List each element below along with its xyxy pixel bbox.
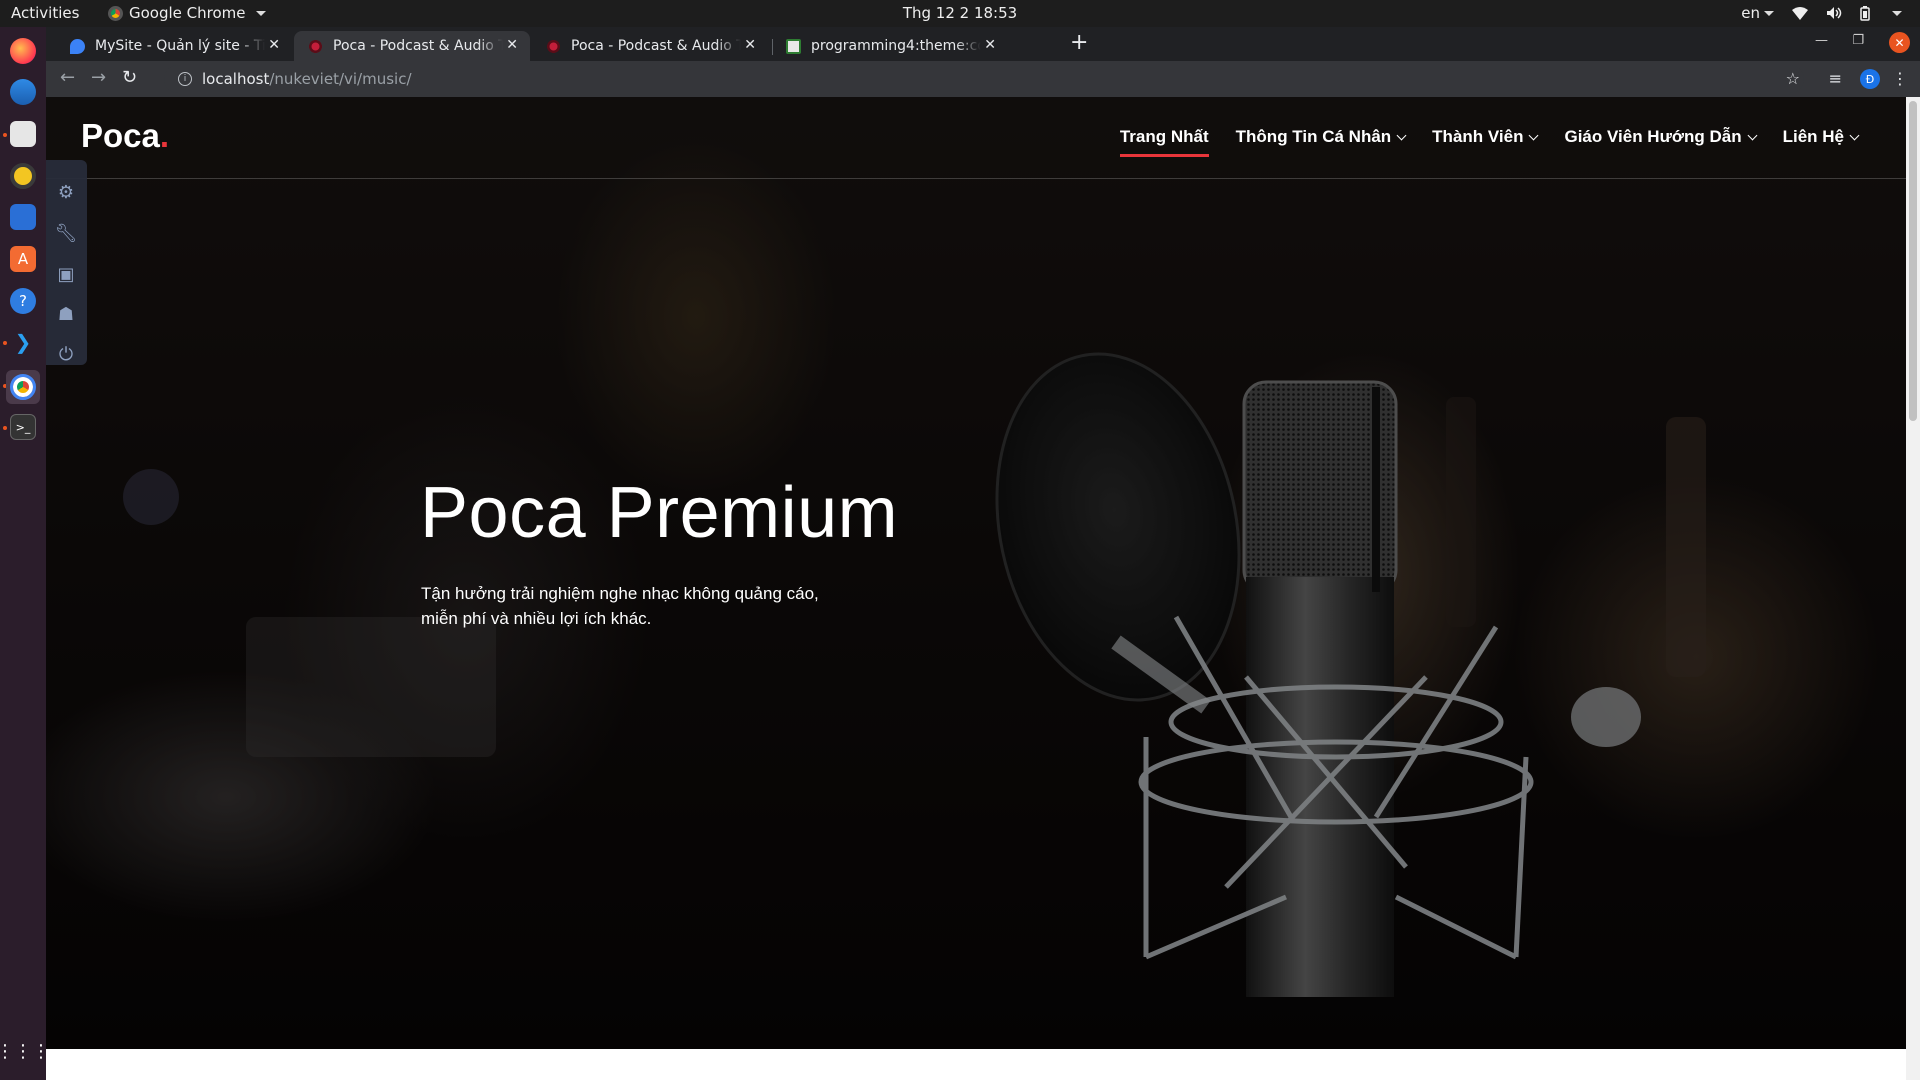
wifi-icon — [1792, 6, 1808, 20]
menu-label: Trang Nhất — [1119, 127, 1209, 146]
tab-mysite[interactable]: MySite - Quản lý site - Tin ✕ — [56, 31, 292, 61]
close-icon[interactable]: ✕ — [268, 37, 280, 53]
hero-desc-line: miễn phí và nhiều lợi ích khác. — [421, 609, 652, 628]
site-header: Poca. Trang Nhất Thông Tin Cá Nhân Thành… — [46, 97, 1906, 179]
system-top-bar: Activities Google Chrome Thg 12 2 18:53 … — [0, 0, 1920, 27]
software-icon[interactable]: A — [10, 246, 36, 272]
scrollbar-thumb[interactable] — [1909, 101, 1917, 421]
chevron-down-icon — [1747, 130, 1758, 140]
menu-label: Giáo Viên Hướng Dẫn — [1564, 127, 1742, 146]
help-icon[interactable]: ? — [10, 288, 36, 314]
apps-grid-icon[interactable]: ⋮⋮⋮ — [0, 1038, 50, 1064]
logo-text: Poca — [81, 117, 160, 154]
layout-icon[interactable]: ▣ — [54, 262, 78, 286]
forward-arrow-icon[interactable]: → — [91, 67, 106, 88]
profile-avatar[interactable]: Đ — [1860, 69, 1880, 89]
tab-poca[interactable]: Poca - Podcast & Audio Te ✕ — [532, 31, 768, 61]
close-icon[interactable]: ✕ — [984, 37, 996, 53]
tab-poca-active[interactable]: Poca - Podcast & Audio Te ✕ — [294, 31, 530, 61]
address-bar[interactable]: i localhost/nukeviet/vi/music/ — [164, 65, 1804, 93]
tab-strip: MySite - Quản lý site - Tin ✕ Poca - Pod… — [46, 27, 1920, 61]
rhythmbox-icon[interactable] — [10, 163, 36, 189]
tab-title: MySite - Quản lý site - Tin — [95, 38, 265, 54]
browser-toolbar: ← → ↻ i localhost/nukeviet/vi/music/ ☆ ≡… — [46, 61, 1920, 97]
tab-programming4[interactable]: programming4:theme:co ✕ — [772, 31, 1008, 61]
restore-icon[interactable]: ❐ — [1852, 33, 1864, 48]
menu-item-thong-tin-ca-nhan[interactable]: Thông Tin Cá Nhân — [1235, 127, 1407, 147]
files-icon[interactable] — [10, 121, 36, 147]
page-scrollbar[interactable] — [1906, 97, 1920, 1080]
site-logo[interactable]: Poca. — [81, 117, 169, 155]
site-info-icon[interactable]: i — [178, 72, 192, 86]
media-queue-icon[interactable]: ≡ — [1829, 69, 1842, 88]
favicon-icon — [546, 38, 561, 54]
hero-section: Poca. Trang Nhất Thông Tin Cá Nhân Thành… — [46, 97, 1906, 1049]
favicon-icon — [786, 38, 801, 54]
menu-item-giao-vien-huong-dan[interactable]: Giáo Viên Hướng Dẫn — [1564, 127, 1758, 147]
url-host: localhost — [202, 70, 270, 88]
main-menu: Trang Nhất Thông Tin Cá Nhân Thành Viên … — [1119, 127, 1860, 157]
minimize-icon[interactable]: — — [1815, 33, 1828, 48]
hero-title: Poca Premium — [420, 473, 899, 553]
hero-desc-line: Tận hưởng trải nghiệm nghe nhạc không qu… — [421, 584, 819, 603]
power-icon[interactable]: ⏻ — [54, 342, 78, 366]
tab-title: Poca - Podcast & Audio Te — [571, 38, 741, 54]
tab-title: programming4:theme:co — [811, 38, 981, 54]
new-tab-button[interactable]: + — [1070, 30, 1088, 55]
logo-dot: . — [159, 117, 170, 154]
menu-label: Thành Viên — [1432, 127, 1524, 146]
chevron-down-icon — [1892, 10, 1902, 16]
favicon-icon — [70, 38, 85, 54]
close-icon[interactable]: ✕ — [744, 37, 756, 53]
terminal-icon[interactable]: >_ — [10, 414, 36, 440]
url-path: /nukeviet/vi/music/ — [269, 70, 412, 88]
chevron-down-icon — [1396, 130, 1407, 140]
system-tray[interactable]: en — [1741, 4, 1902, 22]
chevron-down-icon — [1529, 130, 1539, 140]
page-viewport: Poca. Trang Nhất Thông Tin Cá Nhân Thành… — [46, 97, 1906, 1080]
hero-description: Tận hưởng trải nghiệm nghe nhạc không qu… — [421, 581, 861, 631]
vscode-icon[interactable]: ❯ — [10, 329, 36, 355]
bookmark-star-icon[interactable]: ☆ — [1786, 69, 1800, 88]
chevron-down-icon — [1764, 11, 1774, 16]
menu-label: Thông Tin Cá Nhân — [1235, 127, 1392, 146]
thunderbird-icon[interactable] — [10, 79, 36, 105]
chevron-down-icon — [1849, 130, 1860, 140]
firefox-icon[interactable] — [10, 38, 36, 64]
menu-kebab-icon[interactable]: ⋮ — [1892, 69, 1908, 88]
reload-icon[interactable]: ↻ — [122, 67, 137, 88]
clock[interactable]: Thg 12 2 18:53 — [0, 4, 1920, 22]
close-window-button[interactable]: ✕ — [1889, 32, 1910, 53]
writer-icon[interactable] — [10, 204, 36, 230]
menu-item-trang-nhat[interactable]: Trang Nhất — [1119, 127, 1209, 157]
menu-item-thanh-vien[interactable]: Thành Viên — [1432, 127, 1539, 147]
language-indicator[interactable]: en — [1741, 4, 1774, 22]
tab-title: Poca - Podcast & Audio Te — [333, 38, 503, 54]
back-arrow-icon[interactable]: ← — [60, 67, 75, 88]
battery-icon — [1860, 5, 1870, 21]
chrome-icon[interactable] — [6, 370, 40, 404]
wrench-icon[interactable]: 🔧︎ — [54, 221, 78, 245]
next-section — [46, 1049, 1906, 1080]
admin-toolbar: ⚙ 🔧︎ ▣ ☗ ⏻ — [46, 160, 87, 365]
volume-icon — [1826, 6, 1842, 20]
chrome-logo — [10, 374, 36, 400]
menu-label: Liên Hệ — [1782, 127, 1844, 146]
favicon-icon — [308, 38, 323, 54]
menu-item-lien-he[interactable]: Liên Hệ — [1782, 127, 1860, 147]
close-icon[interactable]: ✕ — [506, 37, 518, 53]
dock: A ? ❯ >_ ⋮⋮⋮ — [0, 27, 50, 1080]
settings-gears-icon[interactable]: ⚙ — [54, 180, 78, 204]
user-secret-icon[interactable]: ☗ — [54, 302, 78, 326]
